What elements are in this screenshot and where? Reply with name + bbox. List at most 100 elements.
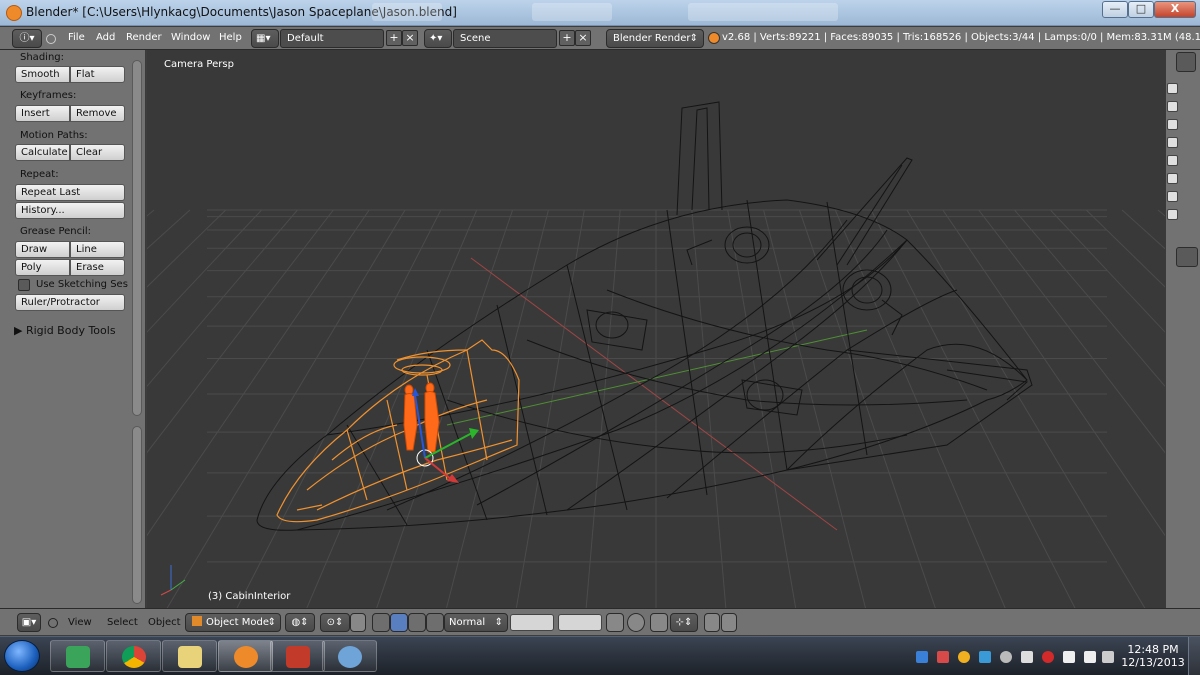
tray-app-icon[interactable]	[979, 651, 991, 663]
3d-viewport[interactable]: Camera Persp (3) CabinInterior	[147, 50, 1165, 608]
background-window-tab	[372, 3, 442, 21]
tool-shelf: Shading: Smooth Flat Keyframes: Insert R…	[0, 50, 146, 608]
menu-file[interactable]: File	[68, 32, 85, 43]
clear-button[interactable]: Clear	[70, 144, 125, 161]
transform-move-icon[interactable]	[372, 613, 390, 632]
add-scene-icon[interactable]: +	[559, 30, 575, 46]
taskbar-clock[interactable]: 12:48 PM 12/13/2013	[1118, 643, 1188, 669]
close-button[interactable]: X	[1154, 1, 1196, 18]
restrict-view-icon[interactable]	[1167, 191, 1178, 202]
snap-element-select[interactable]: ⊹⇕	[670, 613, 698, 632]
scene-statistics: v2.68 | Verts:89221 | Faces:89035 | Tris…	[722, 32, 1200, 43]
sketching-session-checkbox[interactable]	[18, 279, 30, 291]
taskbar-chrome[interactable]	[106, 640, 161, 672]
poly-button[interactable]: Poly	[15, 259, 70, 276]
menu-select[interactable]: Select	[107, 617, 138, 628]
smooth-button[interactable]: Smooth	[15, 66, 70, 83]
line-button[interactable]: Line	[70, 241, 125, 258]
taskbar-orbiter[interactable]	[270, 640, 325, 672]
menu-window[interactable]: Window	[171, 32, 210, 43]
manipulator-toggle-icon[interactable]	[350, 613, 366, 632]
tray-app-icon[interactable]	[958, 651, 970, 663]
repeat-last-button[interactable]: Repeat Last	[15, 184, 125, 201]
properties-editor-icon[interactable]	[1176, 52, 1196, 72]
restrict-view-icon[interactable]	[1167, 137, 1178, 148]
3d-view-header: ▣▾ View Select Object Object Mode ⇕ ◍⇕ ⊙⇕…	[0, 608, 1200, 635]
add-layout-icon[interactable]: +	[386, 30, 402, 46]
transform-orientation-select[interactable]: Normal ⇕	[444, 613, 508, 632]
action-center-flag-icon[interactable]	[1063, 651, 1075, 663]
interaction-mode-select[interactable]: Object Mode ⇕	[185, 613, 281, 632]
layer-buttons-group[interactable]	[558, 614, 602, 631]
collapse-menu-icon[interactable]	[46, 34, 56, 44]
menu-add[interactable]: Add	[96, 32, 115, 43]
power-icon[interactable]	[1102, 651, 1114, 663]
calculate-button[interactable]: Calculate	[15, 144, 70, 161]
tray-app-icon[interactable]	[1000, 651, 1012, 663]
render-animation-icon[interactable]	[721, 613, 737, 632]
minimize-button[interactable]: —	[1102, 1, 1128, 18]
toolshelf-scrollbar-lower[interactable]	[132, 426, 142, 604]
clock-date: 12/13/2013	[1121, 656, 1185, 669]
history-button[interactable]: History...	[15, 202, 125, 219]
flat-button[interactable]: Flat	[70, 66, 125, 83]
menu-view[interactable]: View	[68, 617, 92, 628]
menu-help[interactable]: Help	[219, 32, 242, 43]
lock-layers-icon[interactable]	[606, 613, 624, 632]
grid-line	[691, 209, 727, 608]
taskbar-paint[interactable]	[322, 640, 377, 672]
dropbox-icon[interactable]	[916, 651, 928, 663]
restrict-view-icon[interactable]	[1167, 209, 1178, 220]
render-opengl-icon[interactable]	[704, 613, 720, 632]
editor-type-button[interactable]: ⓘ▾	[12, 29, 42, 48]
draw-button[interactable]: Draw	[15, 241, 70, 258]
proportional-editing-icon[interactable]	[627, 613, 645, 632]
ruler-protractor-button[interactable]: Ruler/Protractor	[15, 294, 125, 311]
transform-scale-icon[interactable]	[426, 613, 444, 632]
start-button[interactable]	[4, 640, 40, 672]
show-desktop-button[interactable]	[1188, 637, 1200, 675]
taskbar-notes[interactable]	[162, 640, 217, 672]
editor-type-button[interactable]: ▣▾	[17, 613, 41, 632]
restrict-view-icon[interactable]	[1167, 173, 1178, 184]
tray-app-icon[interactable]	[937, 651, 949, 663]
beats-audio-icon[interactable]	[1042, 651, 1054, 663]
snap-toggle-icon[interactable]	[650, 613, 668, 632]
pivot-point-select[interactable]: ⊙⇕	[320, 613, 350, 632]
collapse-menu-icon[interactable]	[48, 618, 58, 628]
viewport-shading-select[interactable]: ◍⇕	[285, 613, 315, 632]
maximize-button[interactable]: □	[1128, 1, 1154, 18]
screen-layout-icon[interactable]: ▦▾	[251, 29, 279, 48]
expand-triangle-icon: ▶	[14, 324, 23, 337]
insert-keyframe-button[interactable]: Insert	[15, 105, 70, 122]
toolshelf-scrollbar[interactable]	[132, 60, 142, 416]
restrict-view-icon[interactable]	[1167, 119, 1178, 130]
remove-scene-icon[interactable]: ×	[575, 30, 591, 46]
remove-layout-icon[interactable]: ×	[402, 30, 418, 46]
render-engine-select[interactable]: Blender Render ⇕	[606, 29, 704, 48]
rigid-body-tools-panel[interactable]: ▶ Rigid Body Tools	[14, 324, 128, 342]
network-signal-icon[interactable]	[1021, 651, 1033, 663]
menu-render[interactable]: Render	[126, 32, 162, 43]
grease-pencil-label: Grease Pencil:	[20, 226, 92, 237]
menu-object[interactable]: Object	[148, 617, 181, 628]
blender-logo-icon	[6, 5, 22, 21]
scene-field[interactable]: Scene	[453, 29, 557, 48]
volume-icon[interactable]	[1084, 651, 1096, 663]
grid-line	[147, 209, 298, 388]
taskbar-task-manager[interactable]	[50, 640, 105, 672]
screen-layout-field[interactable]: Default	[280, 29, 384, 48]
restrict-view-icon[interactable]	[1167, 101, 1178, 112]
scene-icon[interactable]: ✦▾	[424, 29, 452, 48]
restrict-view-icon[interactable]	[1167, 83, 1178, 94]
taskbar-blender[interactable]	[218, 640, 273, 672]
transform-rotate-icon[interactable]	[408, 613, 426, 632]
layer-buttons-group[interactable]	[510, 614, 554, 631]
erase-button[interactable]: Erase	[70, 259, 125, 276]
remove-keyframe-button[interactable]: Remove	[70, 105, 125, 122]
outliner-toggle-icon[interactable]	[1176, 247, 1198, 267]
grid-line	[147, 209, 227, 288]
restrict-view-icon[interactable]	[1167, 155, 1178, 166]
transform-translate-icon[interactable]	[390, 613, 408, 632]
window-title-bar: Blender* [C:\Users\Hlynkacg\Documents\Ja…	[0, 0, 1200, 26]
